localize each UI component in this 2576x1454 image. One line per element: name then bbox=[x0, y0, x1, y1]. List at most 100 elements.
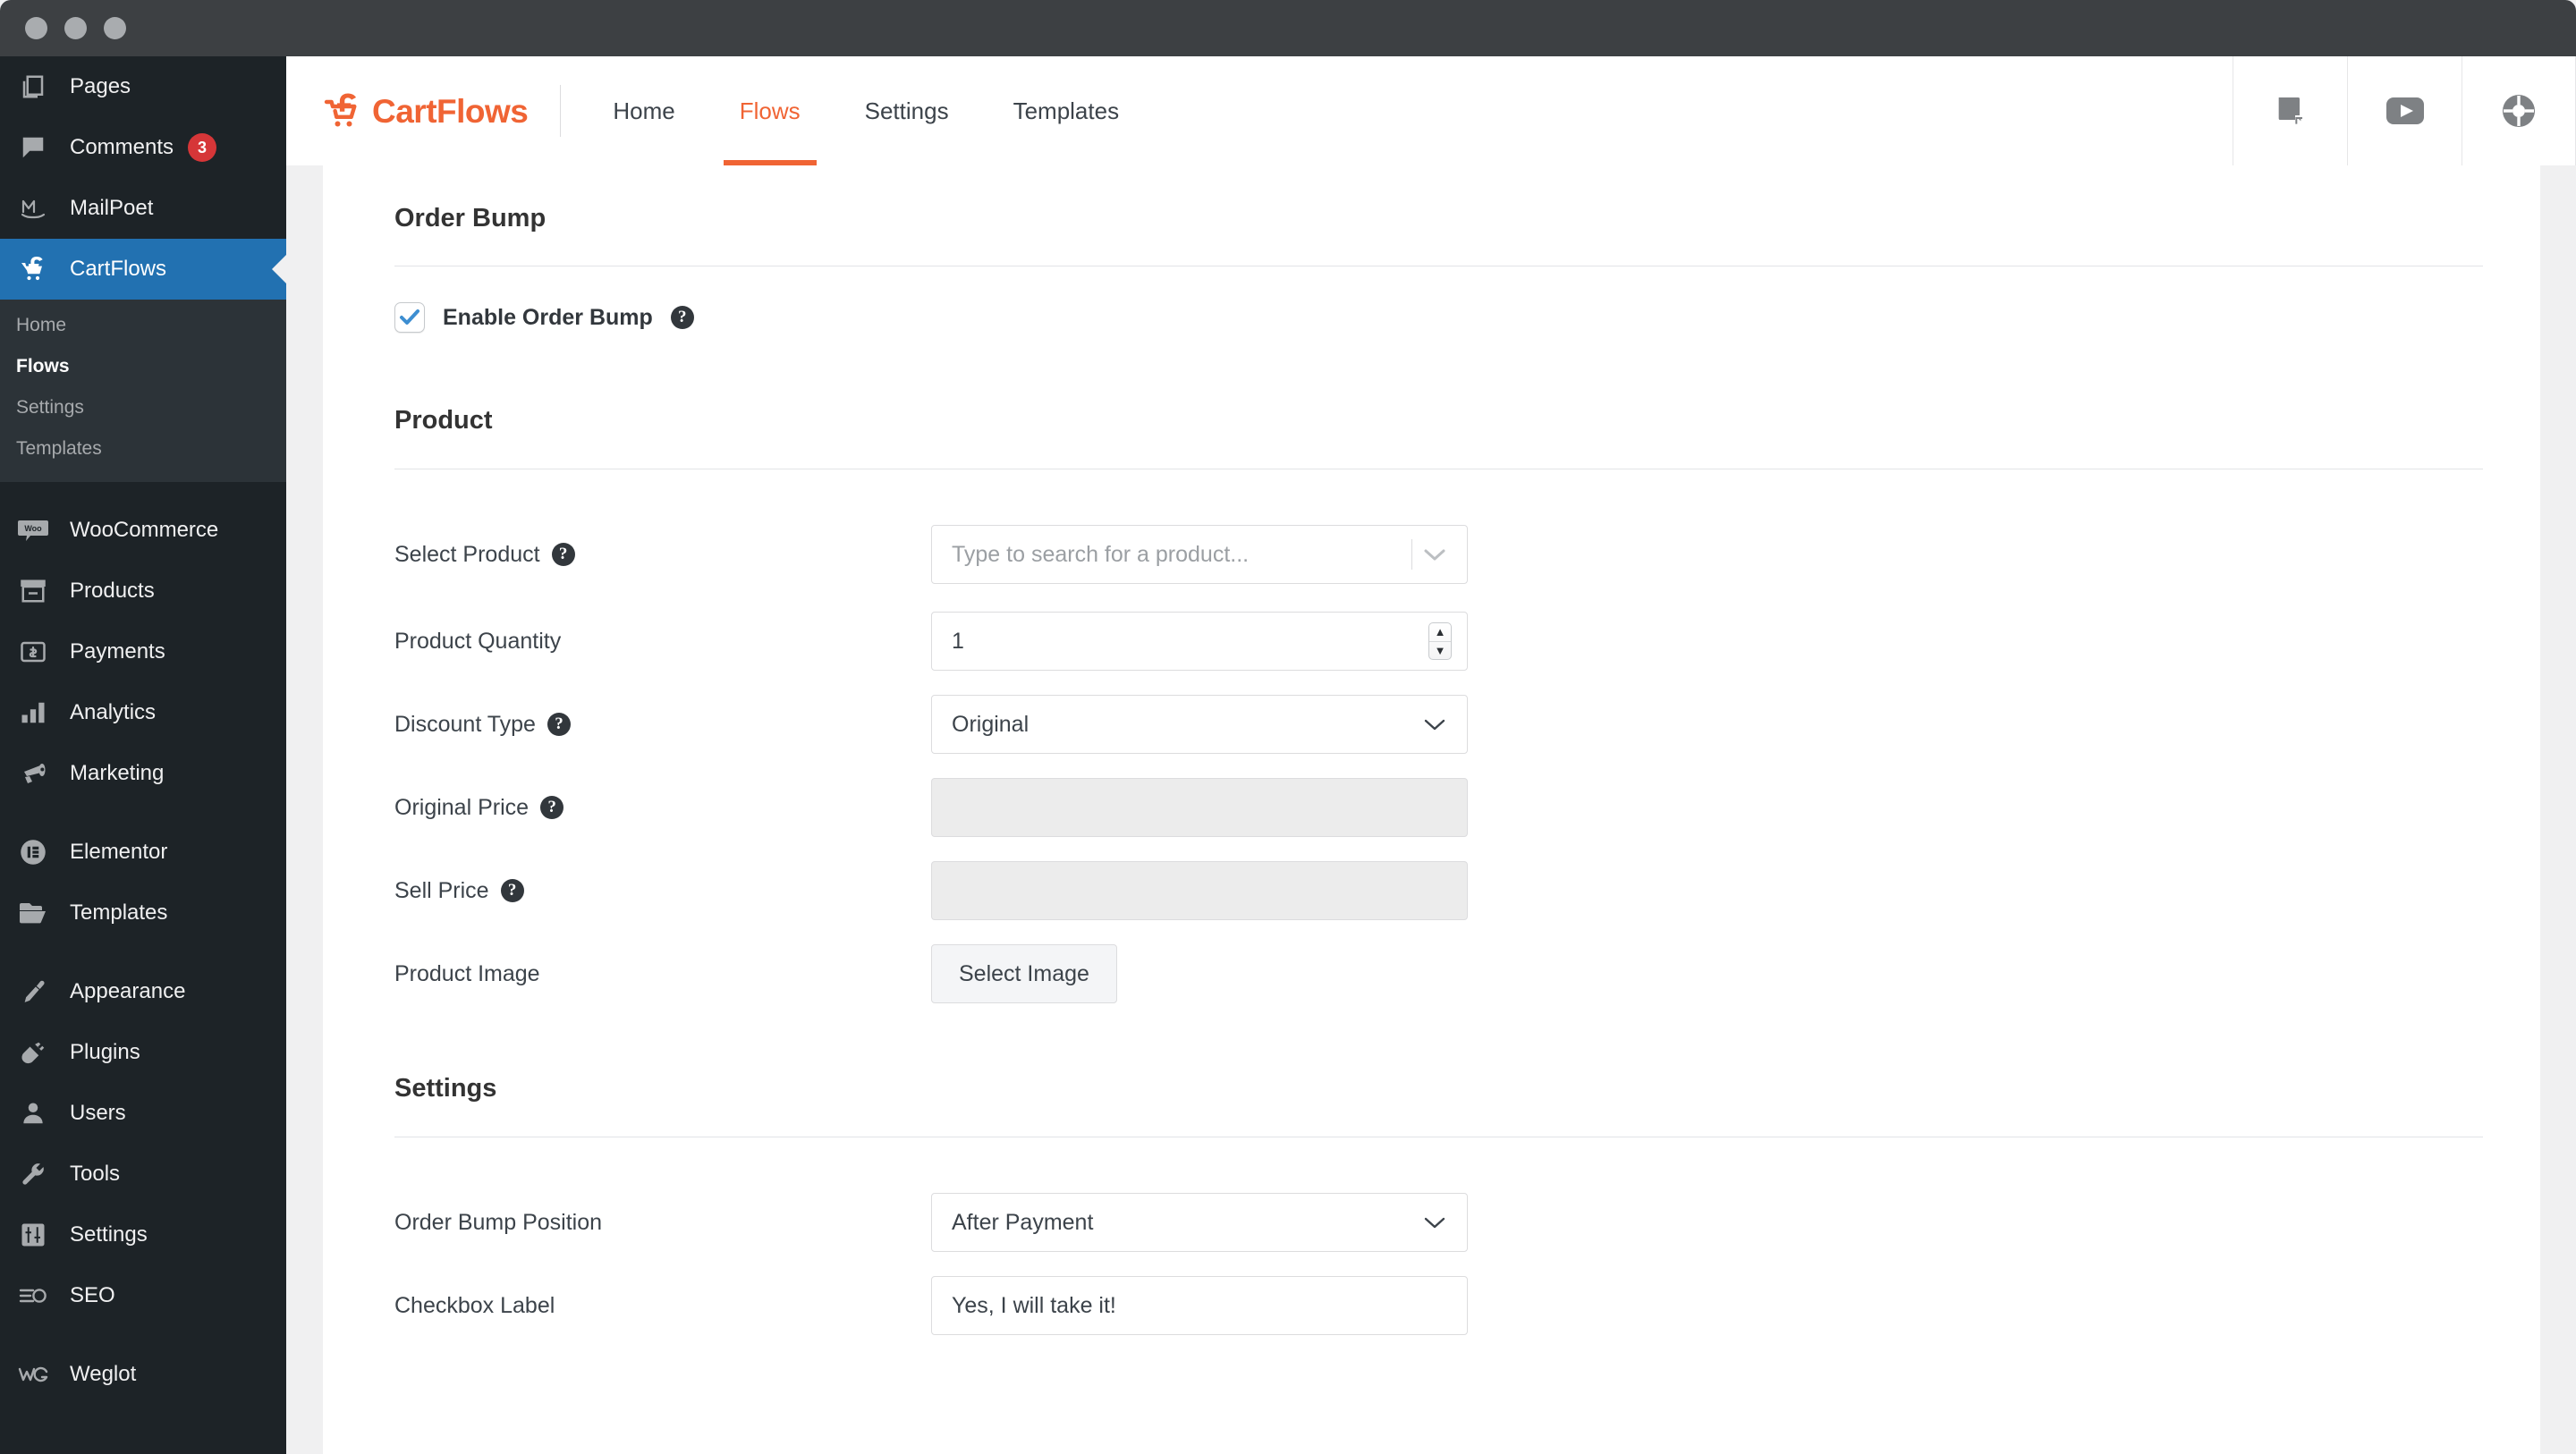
select-image-button[interactable]: Select Image bbox=[931, 944, 1117, 1003]
field-label-original-price: Original Price ? bbox=[394, 795, 931, 821]
tab-flows[interactable]: Flows bbox=[708, 56, 833, 165]
sidebar-item-label: CartFlows bbox=[70, 257, 167, 281]
submenu-item-settings[interactable]: Settings bbox=[0, 387, 286, 428]
sidebar-item-products[interactable]: Products bbox=[0, 561, 286, 621]
sidebar-item-appearance[interactable]: Appearance bbox=[0, 961, 286, 1022]
sidebar-item-mailpoet[interactable]: MailPoet bbox=[0, 178, 286, 239]
order-bump-position-value: After Payment bbox=[952, 1209, 1094, 1235]
sidebar-item-templates[interactable]: Templates bbox=[0, 883, 286, 943]
templates-icon bbox=[16, 896, 50, 930]
sidebar-item-label: Elementor bbox=[70, 840, 168, 864]
weglot-icon bbox=[16, 1357, 50, 1391]
select-product-input[interactable]: Type to search for a product... bbox=[931, 525, 1468, 584]
content-canvas: Order Bump Enable Order Bump ? Product S… bbox=[286, 165, 2576, 1454]
field-label-discount-type: Discount Type ? bbox=[394, 712, 931, 738]
settings-section: Settings bbox=[323, 1003, 2540, 1137]
sidebar-item-woocommerce[interactable]: Woo WooCommerce bbox=[0, 500, 286, 561]
label-text: Discount Type bbox=[394, 711, 536, 737]
wp-admin-sidebar: Pages Comments 3 MailPoet CartFlows Home… bbox=[0, 56, 286, 1454]
original-price-input[interactable] bbox=[931, 778, 1468, 837]
sell-price-input[interactable] bbox=[931, 861, 1468, 920]
order-bump-position-select[interactable]: After Payment bbox=[931, 1193, 1468, 1252]
product-section: Product bbox=[323, 333, 2540, 469]
checkbox-label-input[interactable]: Yes, I will take it! bbox=[931, 1276, 1468, 1335]
sell-price-help-icon[interactable]: ? bbox=[500, 879, 524, 902]
tab-templates[interactable]: Templates bbox=[981, 56, 1152, 165]
select-product-help-icon[interactable]: ? bbox=[551, 543, 575, 566]
settings-card: Order Bump Enable Order Bump ? Product S… bbox=[323, 165, 2540, 1454]
video-tutorials-button[interactable] bbox=[2347, 56, 2462, 165]
sidebar-item-label: Plugins bbox=[70, 1040, 140, 1064]
comments-count-badge: 3 bbox=[188, 133, 217, 162]
submenu-item-templates[interactable]: Templates bbox=[0, 428, 286, 469]
sidebar-item-comments[interactable]: Comments 3 bbox=[0, 117, 286, 178]
sidebar-item-label: Payments bbox=[70, 639, 165, 664]
chevron-down-icon[interactable] bbox=[1423, 1215, 1446, 1230]
tab-settings[interactable]: Settings bbox=[833, 56, 981, 165]
sidebar-item-marketing[interactable]: Marketing bbox=[0, 743, 286, 804]
documentation-book-icon bbox=[2278, 97, 2302, 124]
sidebar-item-weglot[interactable]: Weglot bbox=[0, 1344, 286, 1405]
enable-order-bump-help-icon[interactable]: ? bbox=[670, 306, 694, 329]
close-window-button[interactable] bbox=[25, 17, 47, 39]
product-quantity-input[interactable]: 1 bbox=[931, 612, 1468, 671]
elementor-icon bbox=[16, 835, 50, 869]
stepper-up-icon[interactable]: ▲ bbox=[1429, 623, 1451, 642]
maximize-window-button[interactable] bbox=[104, 17, 126, 39]
plugins-icon bbox=[16, 1036, 50, 1069]
menu-separator bbox=[0, 1326, 286, 1344]
minimize-window-button[interactable] bbox=[64, 17, 87, 39]
sidebar-item-label: Weglot bbox=[70, 1362, 137, 1386]
sidebar-item-cartflows[interactable]: CartFlows bbox=[0, 239, 286, 300]
enable-order-bump-checkbox[interactable] bbox=[394, 302, 425, 333]
field-row-product-image: Product Image Select Image bbox=[323, 944, 2540, 1003]
field-label-sell-price: Sell Price ? bbox=[394, 878, 931, 904]
field-row-original-price: Original Price ? bbox=[323, 778, 2540, 837]
sidebar-item-elementor[interactable]: Elementor bbox=[0, 822, 286, 883]
mailpoet-icon bbox=[16, 191, 50, 225]
quantity-stepper[interactable]: ▲ ▼ bbox=[1428, 622, 1452, 660]
sidebar-item-seo[interactable]: SEO bbox=[0, 1265, 286, 1326]
order-bump-section: Order Bump bbox=[323, 165, 2540, 266]
video-play-icon bbox=[2385, 97, 2424, 124]
cartflows-logo[interactable]: CartFlows bbox=[286, 56, 560, 165]
sidebar-item-label: Pages bbox=[70, 74, 131, 98]
svg-text:Woo: Woo bbox=[24, 524, 42, 533]
sidebar-item-settings[interactable]: Settings bbox=[0, 1205, 286, 1265]
payments-icon bbox=[16, 635, 50, 669]
section-title-order-bump: Order Bump bbox=[394, 204, 547, 232]
discount-type-select[interactable]: Original bbox=[931, 695, 1468, 754]
submenu-item-flows[interactable]: Flows bbox=[0, 346, 286, 387]
submenu-item-home[interactable]: Home bbox=[0, 305, 286, 346]
window-titlebar bbox=[0, 0, 2576, 56]
label-text: Original Price bbox=[394, 794, 530, 820]
sidebar-item-payments[interactable]: Payments bbox=[0, 621, 286, 682]
products-icon bbox=[16, 574, 50, 608]
original-price-help-icon[interactable]: ? bbox=[540, 796, 564, 819]
sidebar-item-label: Tools bbox=[70, 1162, 121, 1186]
field-row-select-product: Select Product ? Type to search for a pr… bbox=[323, 525, 2540, 584]
documentation-button[interactable] bbox=[2233, 56, 2347, 165]
discount-type-help-icon[interactable]: ? bbox=[547, 713, 571, 736]
sidebar-item-users[interactable]: Users bbox=[0, 1083, 286, 1144]
sidebar-item-pages[interactable]: Pages bbox=[0, 56, 286, 117]
appearance-icon bbox=[16, 975, 50, 1009]
field-row-checkbox-label: Checkbox Label Yes, I will take it! bbox=[323, 1276, 2540, 1335]
header-action-buttons bbox=[2233, 56, 2576, 165]
sidebar-item-label: MailPoet bbox=[70, 196, 154, 220]
sidebar-item-label: WooCommerce bbox=[70, 518, 219, 542]
field-control-product-image: Select Image bbox=[931, 944, 1117, 1003]
field-row-product-quantity: Product Quantity 1 ▲ ▼ bbox=[323, 612, 2540, 671]
sidebar-item-label: Products bbox=[70, 579, 155, 603]
support-button[interactable] bbox=[2462, 56, 2576, 165]
sidebar-item-analytics[interactable]: Analytics bbox=[0, 682, 286, 743]
sidebar-item-label: Appearance bbox=[70, 979, 186, 1003]
cartflows-submenu: Home Flows Settings Templates bbox=[0, 300, 286, 482]
stepper-down-icon[interactable]: ▼ bbox=[1429, 642, 1451, 660]
sidebar-item-tools[interactable]: Tools bbox=[0, 1144, 286, 1205]
chevron-down-icon[interactable] bbox=[1423, 547, 1446, 562]
cartflows-main-nav: Home Flows Settings Templates bbox=[580, 56, 1151, 165]
sidebar-item-plugins[interactable]: Plugins bbox=[0, 1022, 286, 1083]
chevron-down-icon[interactable] bbox=[1423, 717, 1446, 731]
tab-home[interactable]: Home bbox=[580, 56, 707, 165]
